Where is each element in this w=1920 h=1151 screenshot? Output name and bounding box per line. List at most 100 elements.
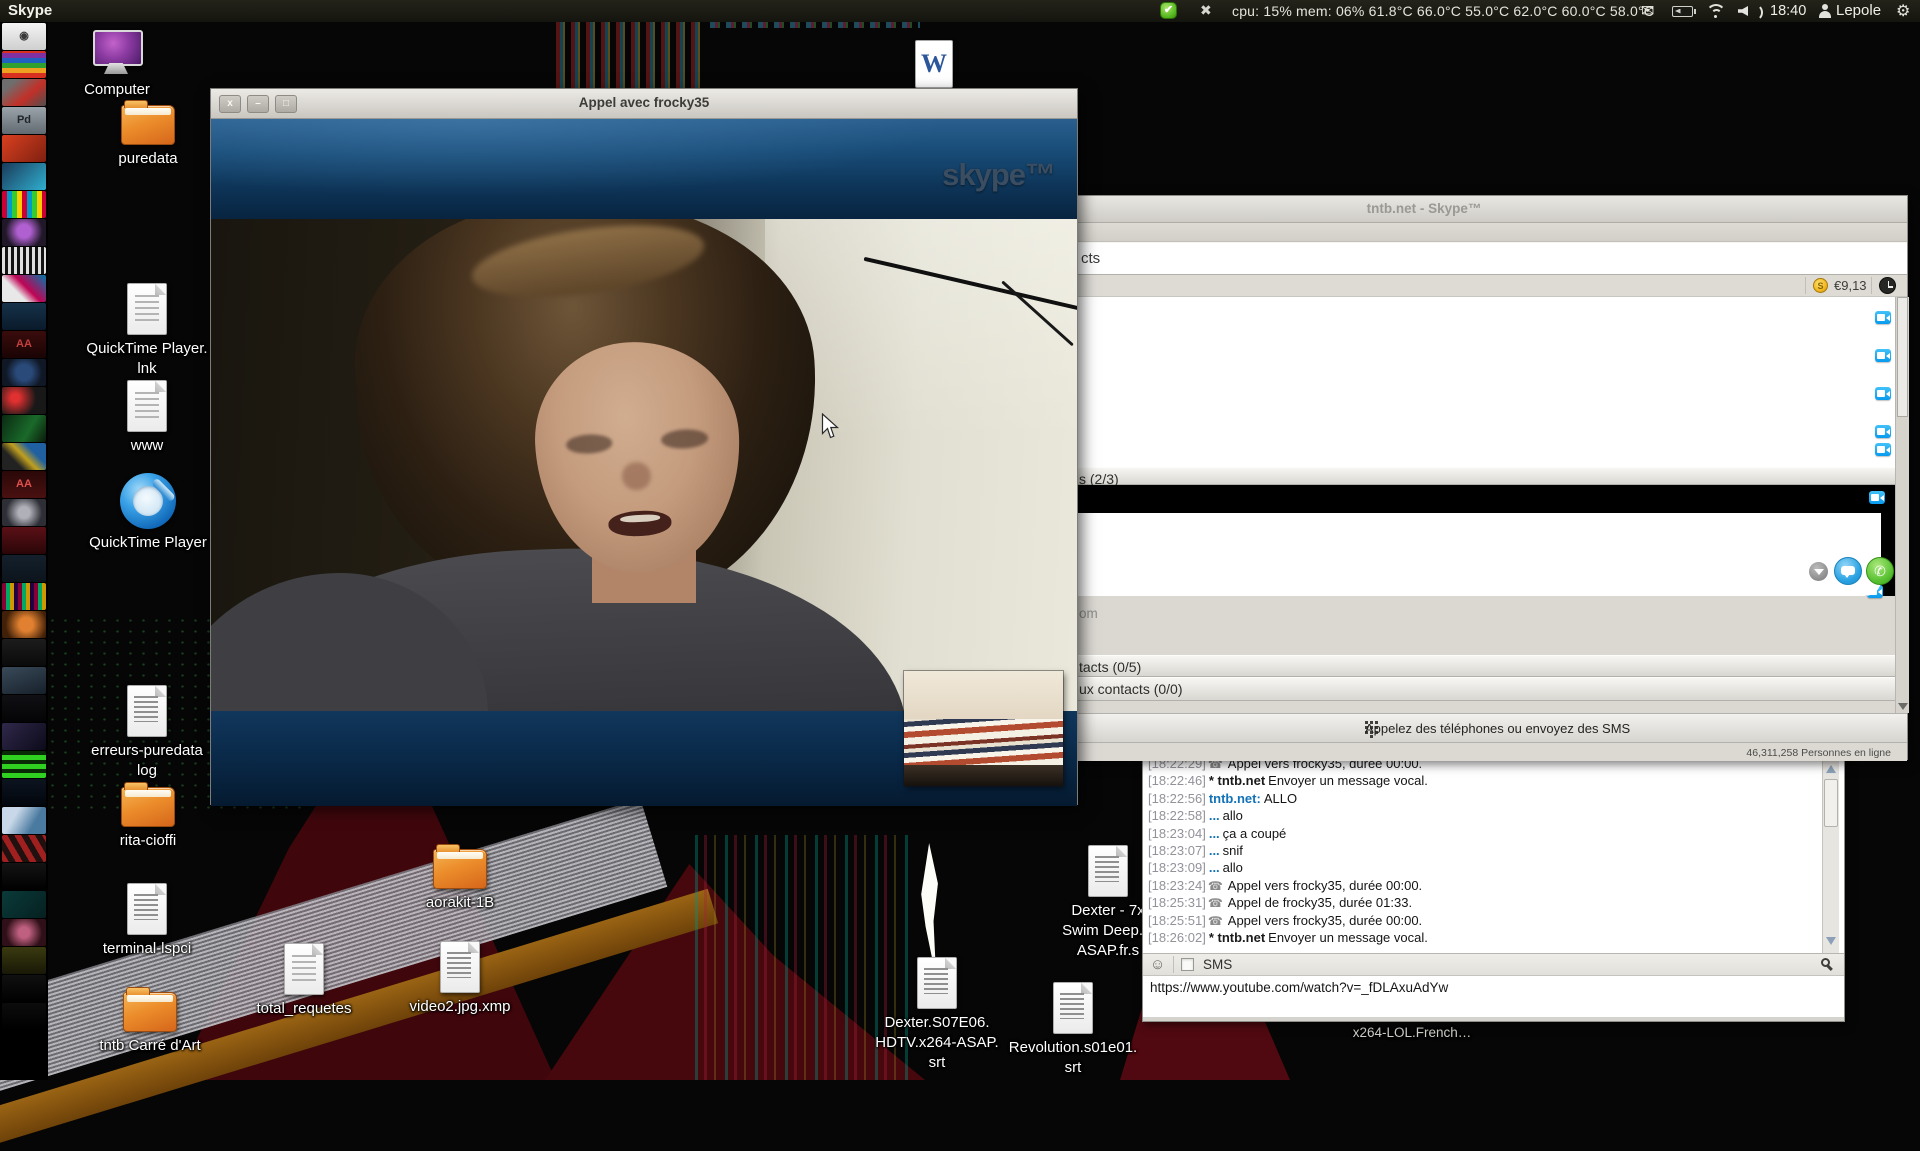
chat-scrollbar[interactable] [1822, 745, 1839, 953]
credit-amount[interactable]: €9,13 [1834, 278, 1867, 293]
dock-item-flame-red[interactable] [2, 135, 46, 162]
scroll-up-icon[interactable] [1826, 765, 1836, 773]
dock-item-flower-gray[interactable] [2, 499, 46, 526]
desktop-icon-aorakit-1b[interactable]: aorakit-1B [393, 849, 527, 913]
main-scrollbar[interactable] [1895, 297, 1909, 713]
dock-item-circuit-green[interactable] [2, 415, 46, 442]
dock-item-dark-2[interactable] [2, 975, 46, 1002]
scrollbar-thumb[interactable] [1897, 297, 1908, 417]
video-call-icon[interactable] [1875, 425, 1891, 438]
dock-item-ember[interactable] [2, 611, 46, 638]
dock-item-piano[interactable] [2, 247, 46, 274]
dock-item-sky-photo[interactable] [2, 807, 46, 834]
mail-icon[interactable]: ✉ [1641, 1, 1654, 21]
tray-cross-icon[interactable]: ✖ [1200, 2, 1212, 19]
dock-item-red-dot[interactable] [2, 387, 46, 414]
self-video-stripes [904, 719, 1063, 765]
sms-checkbox[interactable] [1181, 958, 1194, 971]
contact-list[interactable]: io.ddeluxe.com [941, 297, 1895, 467]
dock-item-rainbow-stripes[interactable] [2, 51, 46, 78]
dock-item-purple-orb[interactable] [2, 219, 46, 246]
contacts-search-field[interactable]: cts [941, 242, 1907, 275]
dock-item-red-blob[interactable] [2, 79, 46, 106]
dock-item-letters-red[interactable]: AA [2, 331, 46, 358]
video-call-icon[interactable] [1869, 491, 1885, 504]
desktop-icon-revolution-s01e01-[interactable]: Revolution.s01e01.srt [1006, 982, 1140, 1078]
dock-item-rose[interactable] [2, 919, 46, 946]
dock-item-aa-dark[interactable]: AA [2, 471, 46, 498]
dock-item-charcoal[interactable] [2, 639, 46, 666]
dock-item-dark-3[interactable] [2, 1003, 46, 1030]
dock-item-olive[interactable] [2, 947, 46, 974]
group-header-recent[interactable]: s (2/3) [941, 467, 1895, 485]
history-clock-icon[interactable] [1879, 277, 1896, 294]
skype-status-icon[interactable]: ✔ [1160, 2, 1177, 19]
call-phones-bar[interactable]: Appelez des téléphones ou envoyez des SM… [941, 713, 1907, 743]
scroll-down-icon[interactable] [1898, 703, 1908, 710]
dock-item-mixed-art[interactable] [2, 275, 46, 302]
dock-item-brick-red[interactable] [2, 835, 46, 862]
dock-item-star-blue[interactable] [2, 359, 46, 386]
scrollbar-thumb[interactable] [1824, 779, 1838, 827]
wifi-icon[interactable] [1705, 3, 1725, 18]
desktop-icon-computer[interactable]: Computer [50, 30, 184, 100]
dock-item-slate-photo[interactable] [2, 667, 46, 694]
desktop-icon-dexter-s07e06-[interactable]: Dexter.S07E06.HDTV.x264-ASAP.srt [870, 957, 1004, 1072]
group-header-contacts[interactable]: tacts (0/5) [941, 655, 1895, 677]
desktop-icon-total-requetes[interactable]: total_requetes [237, 943, 371, 1019]
dock-item-violet[interactable] [2, 723, 46, 750]
dock-item-eye[interactable]: ◉ [2, 23, 46, 50]
desktop-icon-label: Computer [84, 80, 150, 100]
desktop-icon-video2-jpg-xmp[interactable]: video2.jpg.xmp [393, 941, 527, 1017]
desktop-icon-tntb-carr-d-art[interactable]: tntb Carré d'Art [83, 992, 217, 1056]
video-call-icon[interactable] [1875, 349, 1891, 362]
call-button[interactable]: ✆ [1866, 557, 1894, 585]
search-icon[interactable] [1821, 958, 1830, 967]
dock-item-ink[interactable] [2, 695, 46, 722]
emoticon-icon[interactable]: ☺ [1150, 956, 1165, 974]
video-call-icon[interactable] [1875, 311, 1891, 324]
gear-icon[interactable]: ⚙ [1896, 1, 1910, 21]
dock-item-dark-1[interactable] [2, 863, 46, 890]
user-name[interactable]: Lepole [1836, 2, 1881, 19]
call-window-titlebar[interactable]: x – □ Appel avec frocky35 [211, 89, 1077, 119]
dock-item-pd[interactable]: Pd [2, 107, 46, 134]
dock-item-matrix-green[interactable] [2, 751, 46, 778]
desktop-icon-rita-cioffi[interactable]: rita-cioffi [81, 787, 215, 851]
chat-button[interactable] [1834, 557, 1862, 585]
battery-icon[interactable] [1672, 6, 1693, 17]
dock-item-deep-blue[interactable] [2, 779, 46, 806]
video-call-icon[interactable] [1875, 443, 1891, 456]
chat-message: [18:23:07]...snif [1148, 842, 1821, 859]
self-video-thumbnail[interactable] [904, 671, 1063, 786]
dock-item-ocean[interactable] [2, 163, 46, 190]
volume-icon[interactable] [1738, 4, 1760, 18]
dock-item-bars[interactable] [2, 583, 46, 610]
desktop-icon-puredata[interactable]: puredata [81, 105, 215, 169]
skype-credit-icon[interactable]: S [1813, 278, 1828, 293]
desktop-icon-www[interactable]: www [80, 380, 214, 456]
desktop-icon-x264-lol-french-[interactable]: x264-LOL.French… [1345, 1020, 1479, 1042]
scroll-down-icon[interactable] [1826, 937, 1836, 945]
desktop-icon-quicktime-player[interactable]: QuickTime Player [81, 473, 215, 553]
group-header-new-contacts[interactable]: ux contacts (0/0) [941, 677, 1895, 701]
dock-item-maroon[interactable] [2, 527, 46, 554]
dock-item-teal-glitch[interactable] [2, 891, 46, 918]
dock-item-frame-blue[interactable] [2, 555, 46, 582]
dock-item-collage[interactable] [2, 443, 46, 470]
desktop-icon-terminal-lspci[interactable]: terminal-lspci [80, 883, 214, 959]
wdoc-icon: W [915, 40, 953, 88]
panel-clock[interactable]: 18:40 [1770, 3, 1806, 19]
chevron-down-icon[interactable] [1809, 562, 1828, 581]
main-window-titlebar[interactable]: tntb.net - Skype™ [941, 196, 1907, 223]
main-window-menubar[interactable] [941, 223, 1907, 242]
desktop-icon-label: x264-LOL.French… [1353, 1024, 1472, 1042]
desktop-icon-quicktime-player-[interactable]: QuickTime Player.lnk [80, 283, 214, 379]
dock-item-navy[interactable] [2, 303, 46, 330]
video-call-icon[interactable] [1875, 387, 1891, 400]
desktop-icon-wdoc[interactable]: W [867, 40, 1001, 92]
dock-item-confetti[interactable] [2, 191, 46, 218]
active-app-title[interactable]: Skype [8, 2, 52, 19]
chat-input[interactable]: https://www.youtube.com/watch?v=_fDLAxuA… [1143, 976, 1844, 1017]
desktop-icon-erreurs-puredata[interactable]: erreurs-puredatalog [80, 685, 214, 781]
